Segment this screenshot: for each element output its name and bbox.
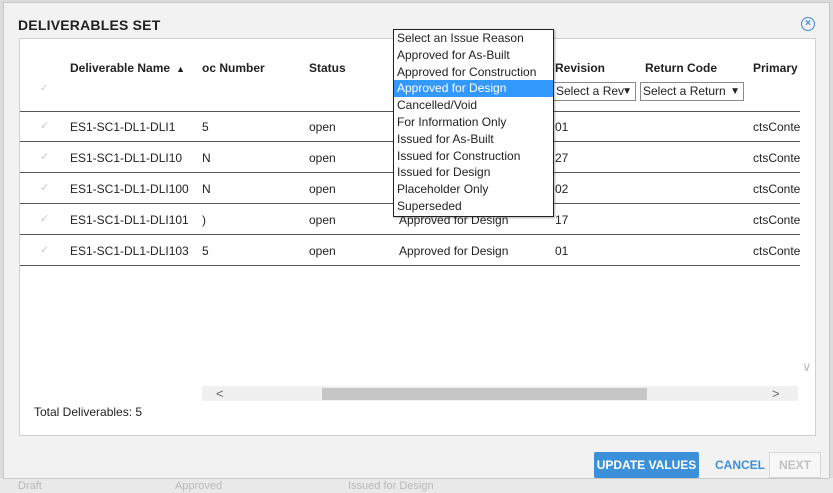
cell-deliverable-name: ES1-SC1-DL1-DLI100 <box>70 182 189 196</box>
column-header-return-code[interactable]: Return Code <box>645 61 717 75</box>
issue-reason-dropdown-list[interactable]: Select an Issue Reason Approved for As-B… <box>393 29 554 217</box>
cell-deliverable-name: ES1-SC1-DL1-DLI10 <box>70 151 183 165</box>
dropdown-option[interactable]: Placeholder Only <box>394 181 553 198</box>
table-row[interactable]: ✓ ES1-SC1-DL1-DLI103 5 open Approved for… <box>20 235 800 266</box>
total-deliverables-count: Total Deliverables: 5 <box>34 405 143 419</box>
cell-doc-number: N <box>202 151 211 165</box>
cancel-button[interactable]: CANCEL <box>715 458 765 472</box>
update-values-button[interactable]: UPDATE VALUES <box>594 452 699 478</box>
background-text: Issued for Design <box>348 480 434 492</box>
cell-status: open <box>309 244 336 258</box>
dropdown-option[interactable]: Cancelled/Void <box>394 97 553 114</box>
cell-revision: 27 <box>555 151 569 165</box>
return-code-filter-select[interactable]: Select a Return ▼ <box>640 82 744 101</box>
next-button: NEXT <box>769 452 821 478</box>
column-header-status[interactable]: Status <box>309 61 346 75</box>
cell-primary-doc: ctsConte <box>753 244 800 258</box>
scroll-right-icon[interactable]: > <box>772 386 780 401</box>
cell-revision: 17 <box>555 213 569 227</box>
cell-deliverable-name: ES1-SC1-DL1-DLI101 <box>70 213 189 227</box>
chevron-down-icon: ▼ <box>622 86 632 97</box>
scroll-down-icon[interactable]: ∨ <box>802 359 812 375</box>
cell-status: open <box>309 120 336 134</box>
cell-primary-doc: ctsConte <box>753 213 800 227</box>
background-text: Draft <box>18 480 42 492</box>
scroll-left-icon[interactable]: < <box>216 386 224 401</box>
cell-deliverable-name: ES1-SC1-DL1-DLI1 <box>70 120 176 134</box>
scrollbar-thumb[interactable] <box>322 388 647 400</box>
return-code-filter-value: Select a Return <box>643 84 726 98</box>
dropdown-option[interactable]: Issued for As-Built <box>394 131 553 148</box>
cell-primary-doc: ctsConte <box>753 182 800 196</box>
cell-doc-number: ) <box>202 213 206 227</box>
cell-revision: 02 <box>555 182 569 196</box>
dropdown-option[interactable]: For Information Only <box>394 114 553 131</box>
horizontal-scrollbar[interactable]: < > <box>202 386 798 401</box>
cell-revision: 01 <box>555 120 569 134</box>
cell-doc-number: N <box>202 182 211 196</box>
cell-doc-number: 5 <box>202 244 209 258</box>
dropdown-option[interactable]: Select an Issue Reason <box>394 30 553 47</box>
row-check-icon[interactable]: ✓ <box>40 212 49 225</box>
dropdown-option[interactable]: Superseded <box>394 198 553 215</box>
cell-doc-number: 5 <box>202 120 209 134</box>
cell-primary-doc: ctsConte <box>753 151 800 165</box>
cell-issue-reason: Approved for Design <box>399 244 509 258</box>
column-header-doc-number[interactable]: oc Number <box>202 61 265 75</box>
revision-filter-select[interactable]: Select a Rev ▼ <box>553 82 636 101</box>
row-check-icon[interactable]: ✓ <box>40 119 49 132</box>
cell-status: open <box>309 213 336 227</box>
chevron-down-icon: ▼ <box>730 86 740 97</box>
close-icon[interactable]: × <box>801 17 815 31</box>
column-header-primary-doc[interactable]: Primary Do <box>753 61 800 75</box>
dropdown-option[interactable]: Issued for Design <box>394 164 553 181</box>
cell-status: open <box>309 151 336 165</box>
row-check-icon[interactable]: ✓ <box>40 150 49 163</box>
dropdown-option[interactable]: Approved for Construction <box>394 64 553 81</box>
row-check-icon[interactable]: ✓ <box>40 243 49 256</box>
column-header-label: Deliverable Name <box>70 61 171 75</box>
dropdown-option[interactable]: Issued for Construction <box>394 148 553 165</box>
cell-status: open <box>309 182 336 196</box>
cell-revision: 01 <box>555 244 569 258</box>
row-check-icon[interactable]: ✓ <box>40 181 49 194</box>
dropdown-option[interactable]: Approved for As-Built <box>394 47 553 64</box>
column-header-deliverable-name[interactable]: Deliverable Name ▲ <box>70 61 185 75</box>
revision-filter-value: Select a Rev <box>556 84 625 98</box>
modal-title: DELIVERABLES SET <box>18 17 161 33</box>
column-header-revision[interactable]: Revision <box>555 61 605 75</box>
cell-deliverable-name: ES1-SC1-DL1-DLI103 <box>70 244 189 258</box>
background-text: Approved <box>175 480 223 492</box>
dropdown-option[interactable]: Approved for Design <box>394 80 553 98</box>
cell-primary-doc: ctsConte <box>753 120 800 134</box>
select-all-check-icon[interactable]: ✓ <box>40 83 48 94</box>
sort-ascending-icon: ▲ <box>176 64 185 74</box>
